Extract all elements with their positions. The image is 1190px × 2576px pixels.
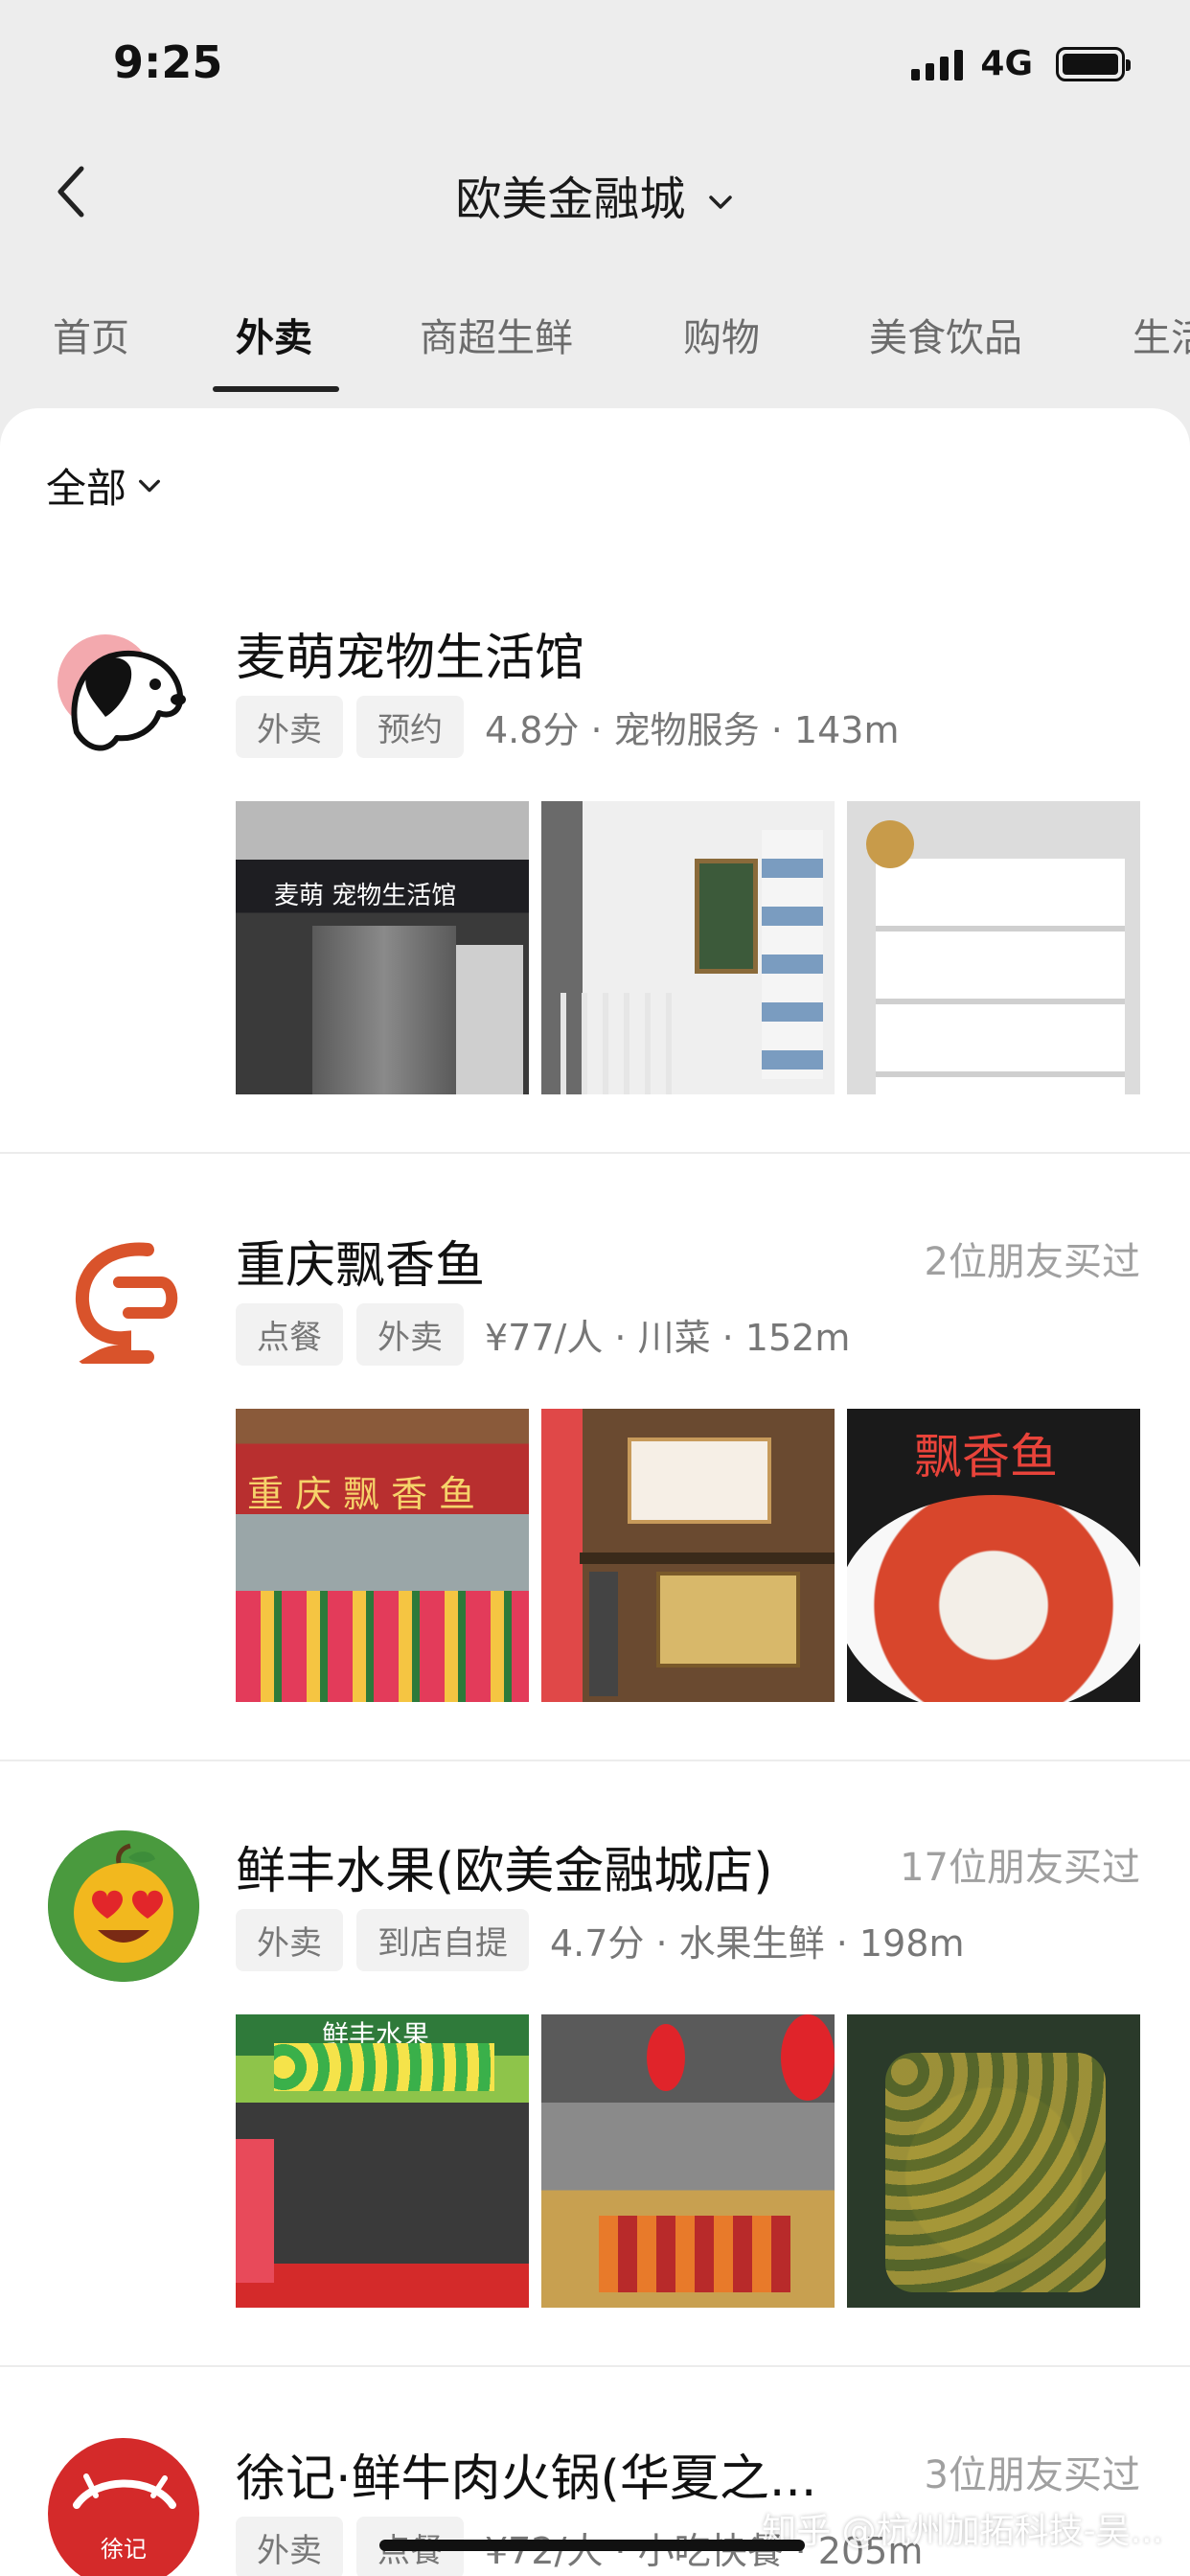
shop-logo: 徐记 bbox=[48, 2438, 199, 2576]
balloon-arch bbox=[274, 2043, 494, 2091]
battery-icon bbox=[1056, 46, 1131, 81]
product-shelf bbox=[762, 830, 823, 1079]
shop-name: 徐记·鲜牛肉火锅(华夏之... bbox=[236, 2450, 817, 2508]
shop-photo[interactable] bbox=[541, 1409, 835, 1702]
fish-logo-icon bbox=[75, 1242, 178, 1364]
tab-supermarket-fresh[interactable]: 商超生鲜 bbox=[420, 307, 573, 362]
shop-logo bbox=[48, 1830, 199, 1982]
shop-meta: 外卖 到店自提 4.7分 · 水果生鲜 · 198m bbox=[236, 1909, 964, 1971]
shop-name: 鲜丰水果(欧美金融城店) bbox=[236, 1843, 773, 1900]
bull-logo-icon bbox=[73, 2473, 176, 2509]
nav-bar: 欧美金融城 bbox=[0, 134, 1190, 249]
shop-name: 麦萌宠物生活馆 bbox=[236, 630, 585, 687]
status-bar: 9:25 4G bbox=[0, 0, 1190, 134]
shop-card[interactable]: 麦萌宠物生活馆 外卖 预约 4.8分 · 宠物服务 · 143m 麦萌 宠物生活… bbox=[0, 617, 1190, 1096]
shop-photo[interactable]: 鲜丰水果 bbox=[236, 2014, 529, 2308]
friends-purchased: 17位朋友买过 bbox=[900, 1846, 1140, 1890]
shelf bbox=[456, 945, 523, 1094]
network-type: 4G bbox=[980, 44, 1033, 83]
trophy bbox=[589, 1572, 618, 1696]
location-selector[interactable]: 欧美金融城 bbox=[0, 161, 1190, 228]
tab-shopping[interactable]: 购物 bbox=[683, 307, 760, 362]
divider bbox=[0, 2365, 1190, 2367]
divider bbox=[0, 1760, 1190, 1761]
shop-photo[interactable]: 麦萌 宠物生活馆 bbox=[236, 801, 529, 1094]
shop-photo[interactable] bbox=[847, 2014, 1140, 2308]
shop-photo[interactable] bbox=[541, 2014, 835, 2308]
shop-photo[interactable] bbox=[847, 801, 1140, 1094]
status-time: 9:25 bbox=[113, 36, 223, 88]
certificate bbox=[628, 1438, 771, 1524]
dish-sign: 飘香鱼 bbox=[914, 1429, 1058, 1484]
shop-tag: 外卖 bbox=[236, 1909, 343, 1971]
tab-takeout[interactable]: 外卖 bbox=[236, 307, 312, 362]
shop-photos: 鲜丰水果 bbox=[236, 2014, 1140, 2308]
shop-photo[interactable] bbox=[541, 801, 835, 1094]
shop-tag: 到店自提 bbox=[356, 1909, 529, 1971]
fruit-display bbox=[599, 2216, 790, 2292]
status-indicators: 4G bbox=[911, 44, 1131, 83]
filter-dropdown[interactable]: 全部 bbox=[46, 456, 163, 515]
flower-basket bbox=[236, 2139, 274, 2283]
fish-dish bbox=[847, 1495, 1140, 1702]
shop-logo bbox=[48, 617, 199, 769]
shop-meta: 点餐 外卖 ¥77/人 · 川菜 · 152m bbox=[236, 1303, 850, 1366]
tab-food-drinks[interactable]: 美食饮品 bbox=[869, 307, 1022, 362]
glass-door bbox=[312, 926, 456, 1094]
apple-emoji-logo-icon bbox=[48, 1830, 199, 1982]
location-title: 欧美金融城 bbox=[455, 172, 686, 226]
shop-card[interactable]: 重庆飘香鱼 2位朋友买过 点餐 外卖 ¥77/人 · 川菜 · 152m 重庆飘… bbox=[0, 1225, 1190, 1704]
decor-item bbox=[866, 820, 914, 868]
shop-info: 4.7分 · 水果生鲜 · 198m bbox=[550, 1922, 965, 1965]
shop-photos: 重庆飘香鱼 飘香鱼 bbox=[236, 1409, 1140, 1702]
category-tabs: 首页 外卖 商超生鲜 购物 美食饮品 生活 bbox=[0, 288, 1190, 393]
shop-logo bbox=[48, 1225, 199, 1376]
chevron-down-icon bbox=[708, 196, 732, 209]
filter-label: 全部 bbox=[46, 465, 127, 512]
shop-info: 4.8分 · 宠物服务 · 143m bbox=[485, 709, 900, 751]
shelf bbox=[580, 1552, 835, 1564]
pet-gate bbox=[561, 993, 675, 1094]
plaque bbox=[656, 1572, 800, 1668]
shop-tag: 外卖 bbox=[356, 1303, 464, 1366]
shop-tag: 外卖 bbox=[236, 2517, 343, 2576]
shop-photo[interactable]: 重庆飘香鱼 bbox=[236, 1409, 529, 1702]
shop-card[interactable]: 鲜丰水果(欧美金融城店) 17位朋友买过 外卖 到店自提 4.7分 · 水果生鲜… bbox=[0, 1830, 1190, 2310]
shop-list-panel: 全部 麦萌宠物生活馆 外卖 预约 4.8分 · 宠物服务 · 143m 麦萌 宠… bbox=[0, 408, 1190, 2576]
painting bbox=[695, 859, 758, 974]
shop-tag: 外卖 bbox=[236, 696, 343, 758]
pet-cabinet bbox=[876, 859, 1125, 1094]
friends-purchased: 2位朋友买过 bbox=[924, 1240, 1140, 1284]
lantern bbox=[647, 2024, 685, 2091]
dog-logo-icon bbox=[57, 634, 186, 751]
shop-meta: 外卖 预约 4.8分 · 宠物服务 · 143m bbox=[236, 696, 899, 758]
friends-purchased: 3位朋友买过 bbox=[924, 2453, 1140, 2497]
active-tab-indicator bbox=[213, 386, 339, 392]
shop-tag: 预约 bbox=[356, 696, 464, 758]
shop-photo[interactable]: 飘香鱼 bbox=[847, 1409, 1140, 1702]
storefront-sign: 重庆飘香鱼 bbox=[247, 1473, 488, 1515]
storefront-sign: 麦萌 宠物生活馆 bbox=[274, 882, 457, 910]
tab-home[interactable]: 首页 bbox=[53, 307, 129, 362]
flower-baskets bbox=[236, 1591, 529, 1702]
signal-icon bbox=[911, 48, 964, 80]
chevron-down-icon bbox=[139, 479, 160, 492]
shop-name: 重庆飘香鱼 bbox=[236, 1237, 486, 1295]
lantern bbox=[781, 2014, 835, 2101]
shop-photos: 麦萌 宠物生活馆 bbox=[236, 801, 1140, 1094]
fruit-pile bbox=[885, 2053, 1106, 2292]
home-indicator[interactable] bbox=[379, 2540, 805, 2551]
divider bbox=[0, 1152, 1190, 1154]
shop-info: ¥77/人 · 川菜 · 152m bbox=[485, 1317, 851, 1359]
tab-life[interactable]: 生活 bbox=[1133, 307, 1190, 362]
shop-tag: 点餐 bbox=[236, 1303, 343, 1366]
battery-fill bbox=[1063, 53, 1118, 75]
watermark: 知乎 @杭州加拓科技-吴... bbox=[762, 2512, 1163, 2551]
